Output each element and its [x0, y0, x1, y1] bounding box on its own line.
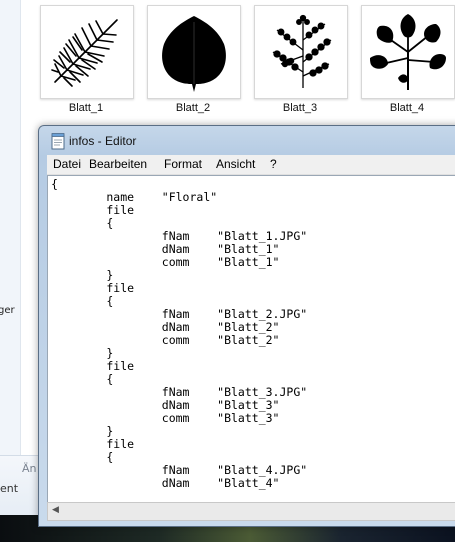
thumbnail-blatt-1[interactable]: [40, 5, 134, 99]
thumbnail-blatt-2[interactable]: [147, 5, 241, 99]
birch-leaf-icon: [162, 16, 226, 92]
menu-ansicht[interactable]: Ansicht: [216, 157, 255, 171]
menu-bar: Datei Bearbeiten Format Ansicht ?: [47, 155, 455, 175]
window-title: infos - Editor: [69, 134, 137, 148]
scroll-left-arrow-icon[interactable]: ◀: [52, 505, 59, 515]
menu-format[interactable]: Format: [164, 157, 202, 171]
details-fragment: ent: [0, 482, 19, 495]
menu-datei[interactable]: Datei: [53, 157, 81, 171]
compound-leaf-icon: [370, 14, 446, 90]
thumbnail-blatt-3[interactable]: [254, 5, 348, 99]
notepad-icon: [51, 133, 65, 150]
menu-help[interactable]: ?: [270, 157, 277, 171]
menu-bearbeiten[interactable]: Bearbeiten: [89, 157, 147, 171]
editor-text-area[interactable]: { name "Floral" file { fNam "Blatt_1.JPG…: [47, 175, 455, 503]
navigation-pane[interactable]: ger: [0, 0, 21, 455]
fern-frond-icon: [51, 19, 118, 87]
horizontal-scrollbar[interactable]: ◀: [47, 502, 455, 521]
thumbnail-label[interactable]: Blatt_4: [361, 102, 453, 114]
editor-text-content[interactable]: { name "Floral" file { fNam "Blatt_1.JPG…: [48, 176, 455, 490]
notepad-window[interactable]: infos - Editor Datei Bearbeiten Format A…: [38, 125, 455, 527]
thumbnail-label[interactable]: Blatt_1: [40, 102, 132, 114]
thumbnail-label[interactable]: Blatt_2: [147, 102, 239, 114]
details-fragment: Än: [22, 462, 37, 475]
thumbnail-blatt-4[interactable]: [361, 5, 455, 99]
thumbnail-label[interactable]: Blatt_3: [254, 102, 346, 114]
fern-branch-icon: [272, 14, 332, 88]
nav-pane-item-fragment[interactable]: ger: [0, 305, 15, 316]
